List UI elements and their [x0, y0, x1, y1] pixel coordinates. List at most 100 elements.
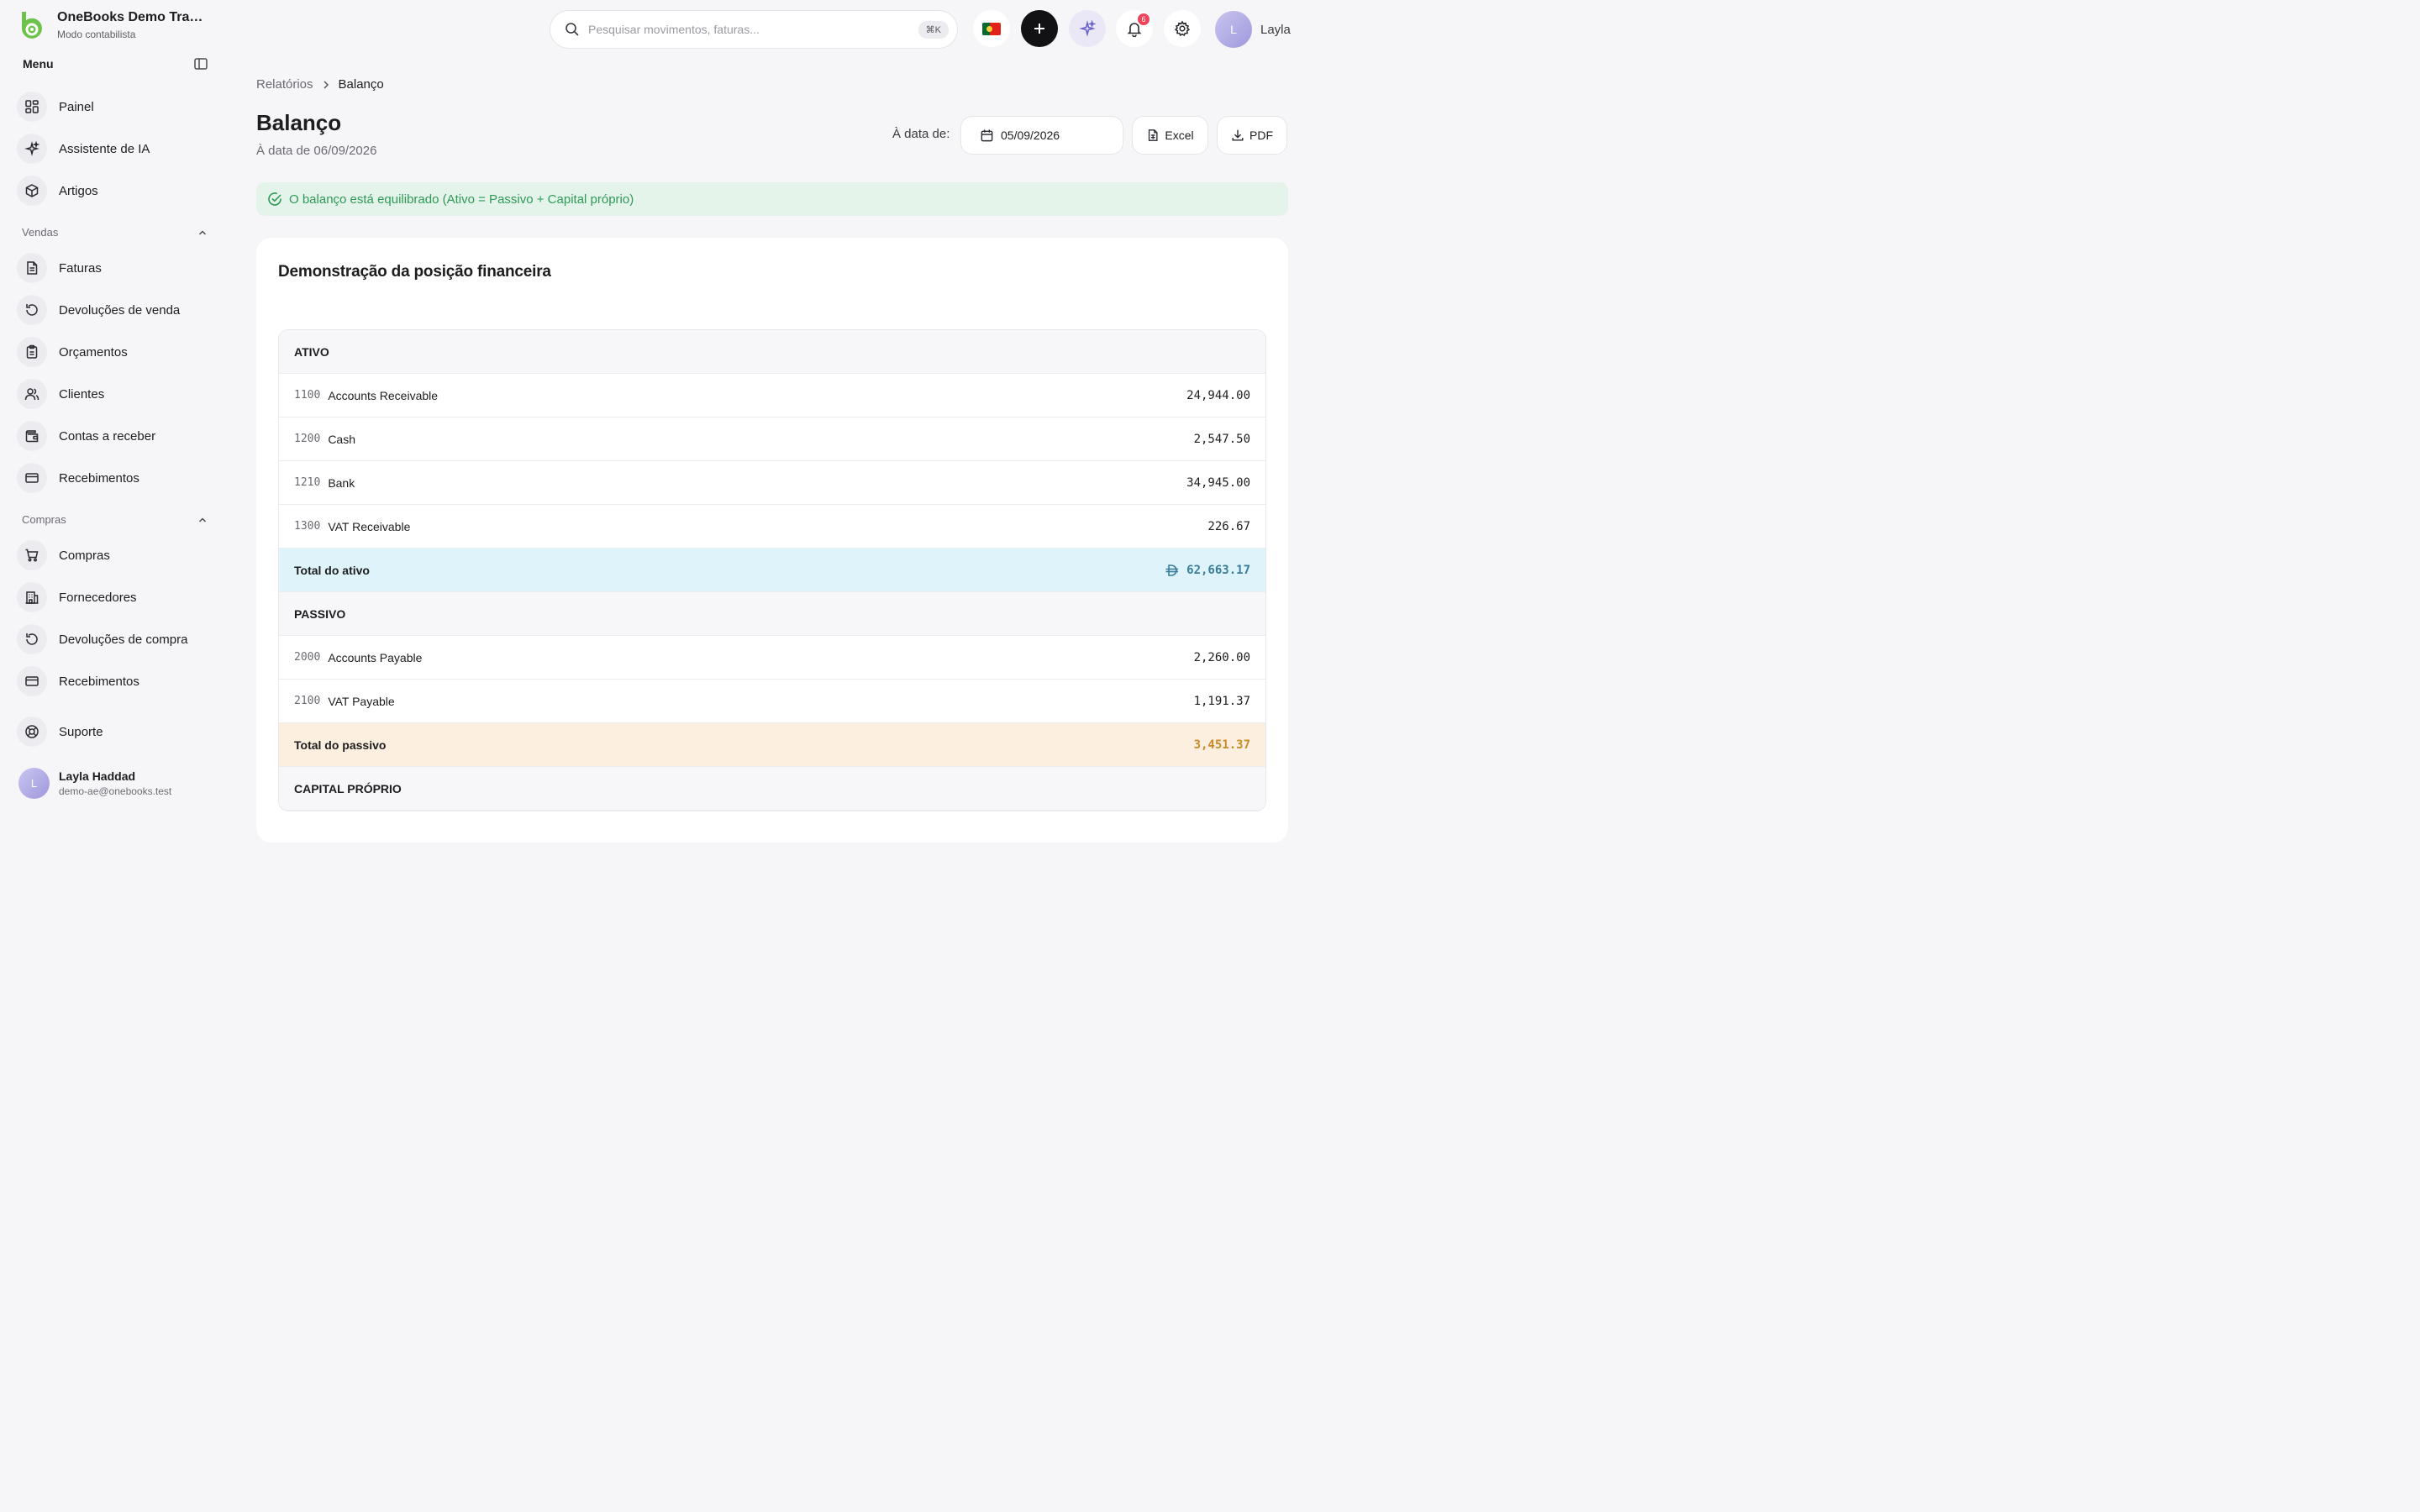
- export-pdf-button[interactable]: PDF: [1217, 116, 1287, 155]
- rotate-icon: [26, 304, 38, 316]
- balance-sheet-table: ATIVO 1100 Accounts Receivable 24,944.00 …: [278, 329, 1266, 811]
- section-vendas-toggle[interactable]: Vendas: [22, 226, 208, 239]
- sidebar-item-devolucoes-compra[interactable]: Devoluções de compra: [17, 622, 187, 656]
- plus-icon: [1034, 24, 1044, 34]
- sidebar-item-painel[interactable]: Painel: [17, 90, 94, 123]
- search-input[interactable]: [588, 23, 918, 36]
- sidebar-item-label: Artigos: [59, 183, 98, 198]
- total-assets-row: Total do ativo 62,663.17: [279, 549, 1265, 592]
- box-icon: [25, 184, 39, 197]
- sidebar-item-label: Contas a receber: [59, 428, 156, 444]
- sidebar-item-suporte[interactable]: Suporte: [17, 715, 103, 748]
- sidebar-item-ai-assistant[interactable]: Assistente de IA: [17, 132, 150, 165]
- sidebar-item-label: Clientes: [59, 386, 105, 402]
- table-row[interactable]: 1200 Cash 2,547.50: [279, 417, 1265, 461]
- sidebar-item-orcamentos[interactable]: Orçamentos: [17, 335, 128, 369]
- sparkle-icon: [24, 141, 39, 156]
- gear-icon: [1174, 20, 1191, 37]
- settings-button[interactable]: [1164, 10, 1201, 47]
- building-icon: [25, 591, 39, 604]
- sidebar-item-faturas[interactable]: Faturas: [17, 251, 102, 285]
- breadcrumb-link-relatorios[interactable]: Relatórios: [256, 77, 313, 92]
- search-bar[interactable]: ⌘K: [550, 10, 958, 49]
- export-excel-button[interactable]: Excel: [1132, 116, 1208, 155]
- cart-icon: [25, 549, 39, 562]
- account-code: 2000: [294, 651, 321, 664]
- account-code: 1200: [294, 433, 321, 445]
- sidebar-item-contas-receber[interactable]: Contas a receber: [17, 419, 155, 453]
- table-row[interactable]: 1300 VAT Receivable 226.67: [279, 505, 1265, 549]
- account-name: VAT Receivable: [328, 519, 411, 533]
- account-name: Accounts Payable: [328, 650, 423, 664]
- sidebar-item-recebimentos-compras[interactable]: Recebimentos: [17, 664, 139, 698]
- menu-header: Menu: [23, 55, 209, 72]
- portugal-flag-icon: [982, 22, 1001, 35]
- date-label: À data de:: [892, 127, 950, 141]
- search-icon: [566, 23, 579, 36]
- sidebar-item-clientes[interactable]: Clientes: [17, 377, 104, 411]
- total-label: Total do ativo: [294, 563, 370, 577]
- account-code: 1300: [294, 520, 321, 533]
- sparkle-icon: [1079, 20, 1096, 37]
- section-compras-label: Compras: [22, 513, 66, 526]
- section-compras-toggle[interactable]: Compras: [22, 513, 208, 526]
- sidebar-item-label: Compras: [59, 548, 110, 563]
- download-icon: [1232, 129, 1244, 141]
- table-row[interactable]: 1210 Bank 34,945.00: [279, 461, 1265, 505]
- section-header-ativo: ATIVO: [279, 330, 1265, 374]
- balance-status-text: O balanço está equilibrado (Ativo = Pass…: [289, 192, 634, 207]
- brand[interactable]: OneBooks Demo Tradin... Modo contabilist…: [17, 9, 207, 41]
- sidebar-item-label: Recebimentos: [59, 470, 139, 486]
- account-amount: 2,260.00: [1193, 650, 1250, 664]
- sidebar-toggle-icon[interactable]: [192, 55, 209, 72]
- table-row[interactable]: 1100 Accounts Receivable 24,944.00: [279, 374, 1265, 417]
- sidebar-item-artigos[interactable]: Artigos: [17, 174, 98, 207]
- language-button[interactable]: [973, 10, 1010, 47]
- sidebar-item-label: Faturas: [59, 260, 102, 276]
- export-pdf-label: PDF: [1249, 129, 1273, 142]
- account-name: VAT Payable: [328, 694, 395, 708]
- account-code: 1210: [294, 476, 321, 489]
- onebooks-logo-icon: [22, 12, 42, 39]
- page-title: Balanço: [256, 110, 342, 135]
- chevron-right-icon: [324, 80, 329, 89]
- calendar-icon: [981, 129, 993, 141]
- sidebar-item-label: Assistente de IA: [59, 141, 150, 156]
- account-amount: 226.67: [1207, 519, 1250, 533]
- account-amount: 1,191.37: [1193, 694, 1250, 708]
- sidebar-item-recebimentos[interactable]: Recebimentos: [17, 461, 139, 495]
- add-button[interactable]: [1021, 10, 1058, 47]
- notifications-button[interactable]: 6: [1116, 10, 1153, 47]
- account-amount: 34,945.00: [1186, 475, 1250, 490]
- chevron-up-icon: [198, 517, 207, 522]
- table-row[interactable]: 2100 VAT Payable 1,191.37: [279, 680, 1265, 723]
- sidebar-item-label: Recebimentos: [59, 674, 139, 689]
- avatar: L: [18, 768, 50, 799]
- report-title: Demonstração da posição financeira: [278, 263, 551, 281]
- currency-dirham-icon: [1165, 564, 1179, 576]
- ai-assistant-button[interactable]: [1069, 10, 1106, 47]
- sidebar-item-compras[interactable]: Compras: [17, 538, 110, 572]
- section-heading: ATIVO: [294, 344, 329, 359]
- rotate-icon: [26, 633, 38, 645]
- total-amount: 62,663.17: [1186, 563, 1250, 577]
- notification-count-badge: 6: [1137, 13, 1150, 26]
- sidebar-user-card[interactable]: L Layla Haddad demo-ae@onebooks.test: [18, 768, 171, 799]
- sidebar-item-devolucoes-venda[interactable]: Devoluções de venda: [17, 293, 180, 327]
- check-circle-icon: [268, 192, 281, 206]
- sidebar-item-label: Suporte: [59, 724, 103, 739]
- table-row[interactable]: 2000 Accounts Payable 2,260.00: [279, 636, 1265, 680]
- avatar: L: [1215, 11, 1252, 48]
- account-code: 1100: [294, 389, 321, 402]
- export-excel-label: Excel: [1165, 129, 1194, 142]
- sidebar-item-fornecedores[interactable]: Fornecedores: [17, 580, 137, 614]
- sidebar-item-label: Devoluções de venda: [59, 302, 181, 318]
- document-icon: [27, 261, 38, 275]
- section-header-passivo: PASSIVO: [279, 592, 1265, 636]
- section-heading: CAPITAL PRÓPRIO: [294, 781, 402, 795]
- date-value: 05/09/2026: [1001, 129, 1060, 142]
- user-menu[interactable]: L Layla: [1215, 11, 1291, 48]
- section-heading: PASSIVO: [294, 606, 346, 621]
- account-code: 2100: [294, 695, 321, 707]
- date-picker[interactable]: 05/09/2026: [960, 116, 1123, 155]
